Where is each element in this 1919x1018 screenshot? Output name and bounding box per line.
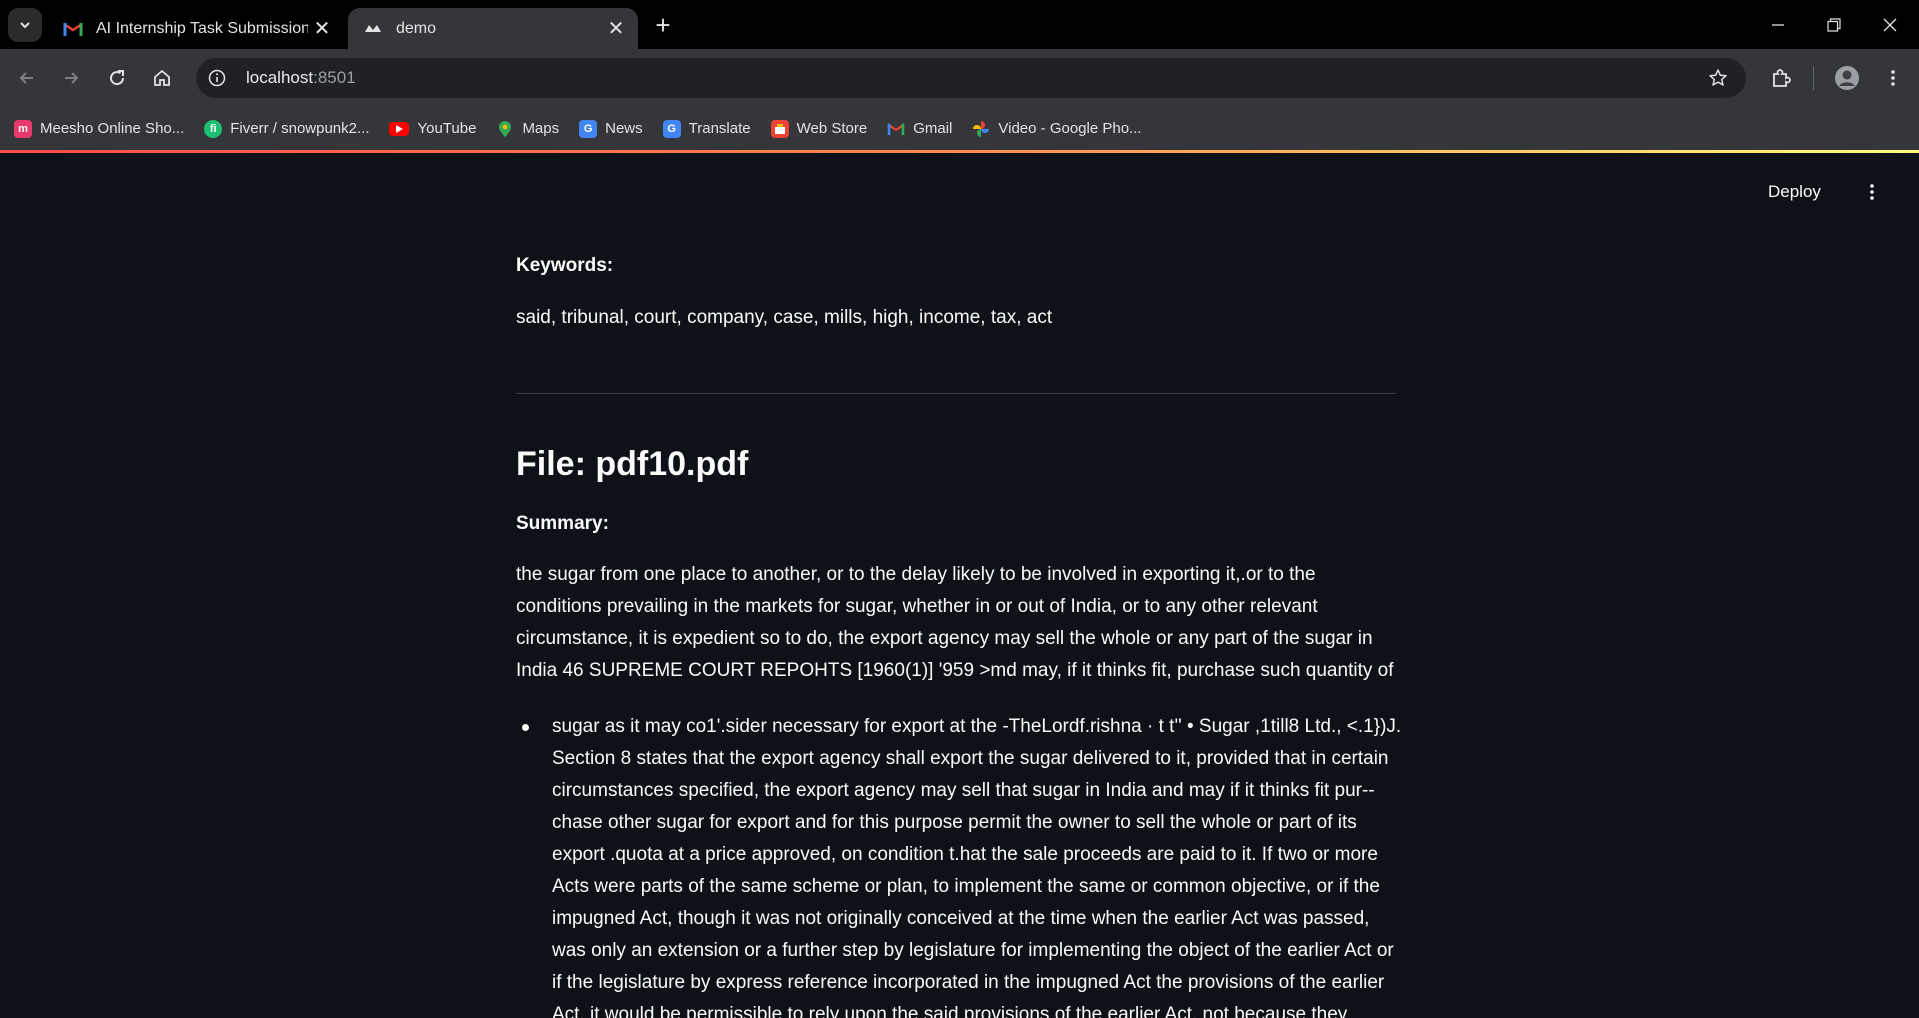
news-icon: G — [579, 119, 598, 138]
translate-icon: G — [662, 119, 681, 138]
fiverr-icon: fi — [204, 119, 223, 138]
bullet-line: impugned Act, though it was not original… — [552, 908, 1370, 929]
puzzle-icon — [1773, 69, 1791, 87]
bookmark-label: Maps — [522, 120, 560, 137]
home-button[interactable] — [145, 61, 179, 95]
bullet-line: export .quota at a price approved, on co… — [552, 844, 1378, 865]
new-tab-button[interactable]: + — [648, 10, 678, 40]
bullet-dot — [522, 724, 529, 731]
summary-line: the sugar from one place to another, or … — [516, 564, 1316, 585]
bookmark-star-icon[interactable] — [1706, 66, 1730, 90]
bookmark-label: Gmail — [913, 120, 953, 137]
deploy-button[interactable]: Deploy — [1768, 182, 1821, 202]
arrow-right-icon — [65, 72, 79, 84]
url-text: localhost:8501 — [246, 68, 356, 88]
browser-menu-button[interactable] — [1876, 61, 1910, 95]
avatar — [1835, 66, 1859, 90]
tab-strip: AI Internship Task Submission fo ✕ demo … — [0, 0, 1919, 49]
address-bar[interactable]: localhost:8501 — [196, 58, 1746, 98]
bullet-line: Section 8 states that the export agency … — [552, 748, 1389, 769]
close-window-icon[interactable] — [1870, 8, 1910, 42]
bullet-line: circumstances specified, the export agen… — [552, 780, 1375, 801]
reload-icon — [110, 70, 125, 86]
bullet-line: Act, it would be permissible to rely upo… — [552, 1004, 1348, 1018]
file-heading: File: pdf10.pdf — [516, 445, 749, 483]
bullet-line: was only an extension or a further step … — [552, 940, 1394, 961]
bookmark-label: Video - Google Pho... — [998, 120, 1142, 137]
maps-icon — [496, 120, 514, 138]
bookmark-label: YouTube — [417, 120, 477, 137]
bullet-line: sugar as it may co1'.sider necessary for… — [552, 716, 1402, 737]
bookmark-label: Web Store — [796, 120, 868, 137]
restore-icon[interactable] — [1814, 8, 1854, 42]
bookmark-label: Meesho Online Sho... — [40, 120, 185, 137]
bookmark-translate[interactable]: G Translate — [662, 119, 751, 138]
summary-line: India 46 SUPREME COURT REPOHTS [1960(1)]… — [516, 660, 1394, 681]
bookmark-photos[interactable]: Video - Google Pho... — [972, 120, 1142, 138]
close-tab-icon[interactable]: ✕ — [602, 15, 630, 43]
bullet-line: Acts were parts of the same scheme or pl… — [552, 876, 1380, 897]
summary-line: circumstance, it is expedient so to do, … — [516, 628, 1373, 649]
bookmark-news[interactable]: G News — [579, 119, 643, 138]
url-host: localhost — [246, 68, 314, 87]
kebab-menu-icon — [1870, 184, 1874, 200]
tab-title: demo — [396, 19, 437, 37]
url-port: :8501 — [313, 68, 356, 87]
back-button[interactable] — [10, 61, 44, 95]
app-main: Deploy Keywords: said, tribunal, court, … — [0, 153, 1919, 1018]
tab-gmail[interactable]: AI Internship Task Submission fo ✕ — [48, 8, 344, 49]
bookmark-label: Fiverr / snowpunk2... — [230, 120, 370, 137]
tab-demo[interactable]: demo ✕ — [348, 8, 638, 49]
summary-paragraph: the sugar from one place to another, or … — [516, 559, 1396, 687]
minimize-icon[interactable] — [1758, 8, 1798, 42]
gmail-icon — [62, 18, 84, 40]
bookmarks-bar: m Meesho Online Sho... fi Fiverr / snowp… — [0, 107, 1919, 150]
bookmark-label: Translate — [688, 120, 751, 137]
bookmark-youtube[interactable]: YouTube — [389, 120, 476, 137]
bookmark-meesho[interactable]: m Meesho Online Sho... — [14, 119, 185, 138]
toolbar-separator — [1813, 66, 1814, 90]
bullet-text: sugar as it may co1'.sider necessary for… — [552, 711, 1401, 1018]
bullet-line: if the legislature by express reference … — [552, 972, 1385, 993]
divider — [516, 393, 1396, 394]
bookmark-label: News — [605, 120, 643, 137]
profile-button[interactable] — [1830, 61, 1864, 95]
gmail-icon — [887, 120, 905, 138]
chevron-down-icon — [20, 22, 30, 29]
forward-button[interactable] — [54, 61, 88, 95]
photos-icon — [972, 120, 990, 138]
bookmark-webstore[interactable]: Web Store — [770, 119, 868, 138]
webstore-icon — [770, 119, 789, 138]
youtube-icon — [389, 121, 410, 136]
arrow-left-icon — [19, 72, 33, 84]
keywords-label: Keywords: — [516, 255, 614, 276]
tab-title: AI Internship Task Submission fo — [96, 19, 308, 37]
reload-button[interactable] — [100, 61, 134, 95]
kebab-menu-icon — [1891, 70, 1895, 86]
keywords-text: said, tribunal, court, company, case, mi… — [516, 307, 1053, 328]
streamlit-icon — [362, 18, 384, 40]
meesho-icon: m — [14, 119, 32, 138]
tab-search-button[interactable] — [8, 8, 42, 42]
bookmark-maps[interactable]: Maps — [496, 120, 559, 138]
site-info-icon[interactable] — [204, 65, 230, 91]
home-icon — [154, 69, 170, 86]
summary-line: conditions prevailing in the markets for… — [516, 596, 1318, 617]
close-tab-icon[interactable]: ✕ — [308, 15, 336, 43]
bookmark-gmail[interactable]: Gmail — [887, 120, 952, 138]
app-menu-button[interactable] — [1860, 180, 1884, 204]
bookmark-fiverr[interactable]: fi Fiverr / snowpunk2... — [204, 119, 370, 138]
summary-label: Summary: — [516, 513, 609, 534]
browser-toolbar: localhost:8501 — [0, 49, 1919, 107]
extensions-button[interactable] — [1764, 61, 1798, 95]
bullet-line: chase other sugar for export and for thi… — [552, 812, 1357, 833]
